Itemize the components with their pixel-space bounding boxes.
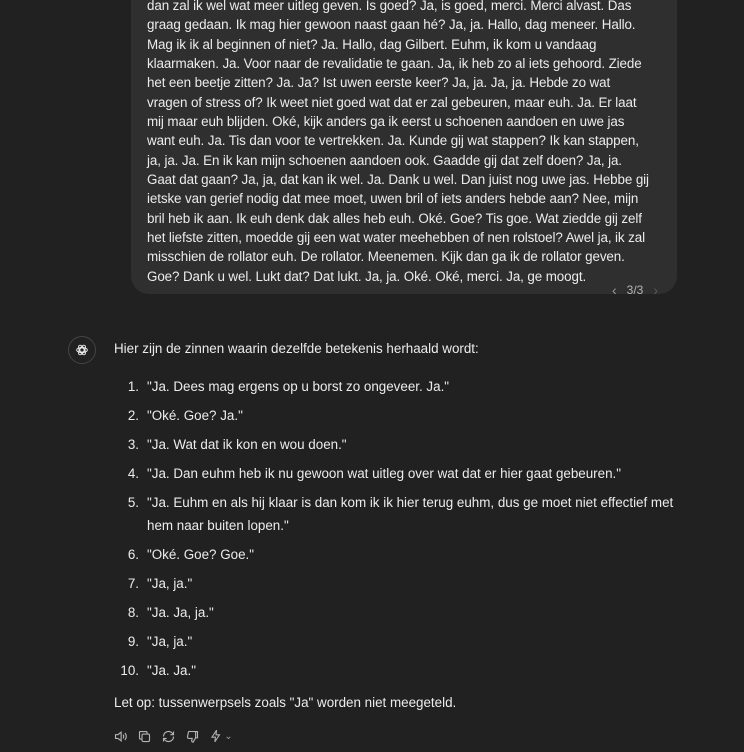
list-item: 2. "Oké. Goe? Ja." [114, 405, 694, 428]
user-message-bubble: dan zal ik wel wat meer uitleg geven. Is… [131, 0, 677, 295]
list-item: 8. "Ja. Ja, ja." [114, 602, 694, 625]
list-item: 6. "Oké. Goe? Goe." [114, 544, 694, 567]
regenerate-icon[interactable] [160, 728, 176, 744]
pager-label: 3/3 [626, 283, 644, 297]
list-item-text: "Oké. Goe? Ja." [147, 408, 243, 424]
assistant-message: Hier zijn de zinnen waarin dezelfde bete… [114, 340, 694, 712]
list-item-text: "Ja. Wat dat ik kon en wou doen." [147, 437, 347, 453]
thumbs-down-icon[interactable] [184, 728, 200, 744]
list-item: 5. "Ja. Euhm en als hij klaar is dan kom … [114, 492, 694, 537]
openai-logo-icon [68, 336, 96, 364]
list-item: 1. "Ja. Dees mag ergens op u borst zo ong… [114, 376, 694, 399]
list-item-text: "Ja. Ja." [147, 663, 196, 679]
list-item-text: "Ja. Ja, ja." [147, 605, 214, 621]
response-pager: ‹ 3/3 › [612, 282, 658, 298]
list-item: 7. "Ja, ja." [114, 573, 694, 596]
copy-icon[interactable] [136, 728, 152, 744]
list-item-number: 10. [120, 663, 139, 679]
user-message-text: dan zal ik wel wat meer uitleg geven. Is… [147, 0, 649, 284]
list-item: 4. "Ja. Dan euhm heb ik nu gewoon wat uit… [114, 463, 694, 486]
list-item-text: "Ja. Euhm en als hij klaar is dan kom ik… [147, 495, 674, 533]
list-item-number: 7. [127, 576, 139, 592]
assistant-intro: Hier zijn de zinnen waarin dezelfde bete… [114, 341, 479, 356]
list-item-number: 2. [127, 408, 139, 424]
list-item-number: 6. [127, 546, 139, 562]
previous-response-icon[interactable]: ‹ [612, 282, 617, 298]
list-item: 9. "Ja, ja." [114, 631, 694, 654]
list-item-number: 4. [127, 466, 139, 482]
next-response-icon[interactable]: › [653, 282, 658, 298]
read-aloud-icon[interactable] [112, 728, 128, 744]
assistant-note: Let op: tussenwerpsels zoals "Ja" worden… [114, 694, 457, 710]
list-item-number: 8. [127, 605, 139, 621]
list-item-text: "Ja, ja." [147, 634, 193, 650]
list-item-number: 9. [127, 634, 139, 650]
list-item-number: 3. [127, 437, 139, 453]
model-switch-icon[interactable]: ⌄ [208, 728, 234, 744]
list-item-number: 1. [127, 379, 139, 394]
message-actions: ⌄ [112, 728, 234, 744]
list-item-text: "Oké. Goe? Goe." [147, 546, 255, 562]
list-item-text: "Ja, ja." [147, 576, 193, 592]
repeated-sentences-list: 1. "Ja. Dees mag ergens op u borst zo ong… [114, 376, 694, 683]
list-item-number: 5. [127, 495, 139, 511]
list-item-text: "Ja. Dan euhm heb ik nu gewoon wat uitle… [147, 466, 622, 482]
list-item-text: "Ja. Dees mag ergens op u borst zo ongev… [147, 379, 450, 394]
list-item: 3. "Ja. Wat dat ik kon en wou doen." [114, 434, 694, 457]
list-item: 10. "Ja. Ja." [114, 660, 694, 683]
